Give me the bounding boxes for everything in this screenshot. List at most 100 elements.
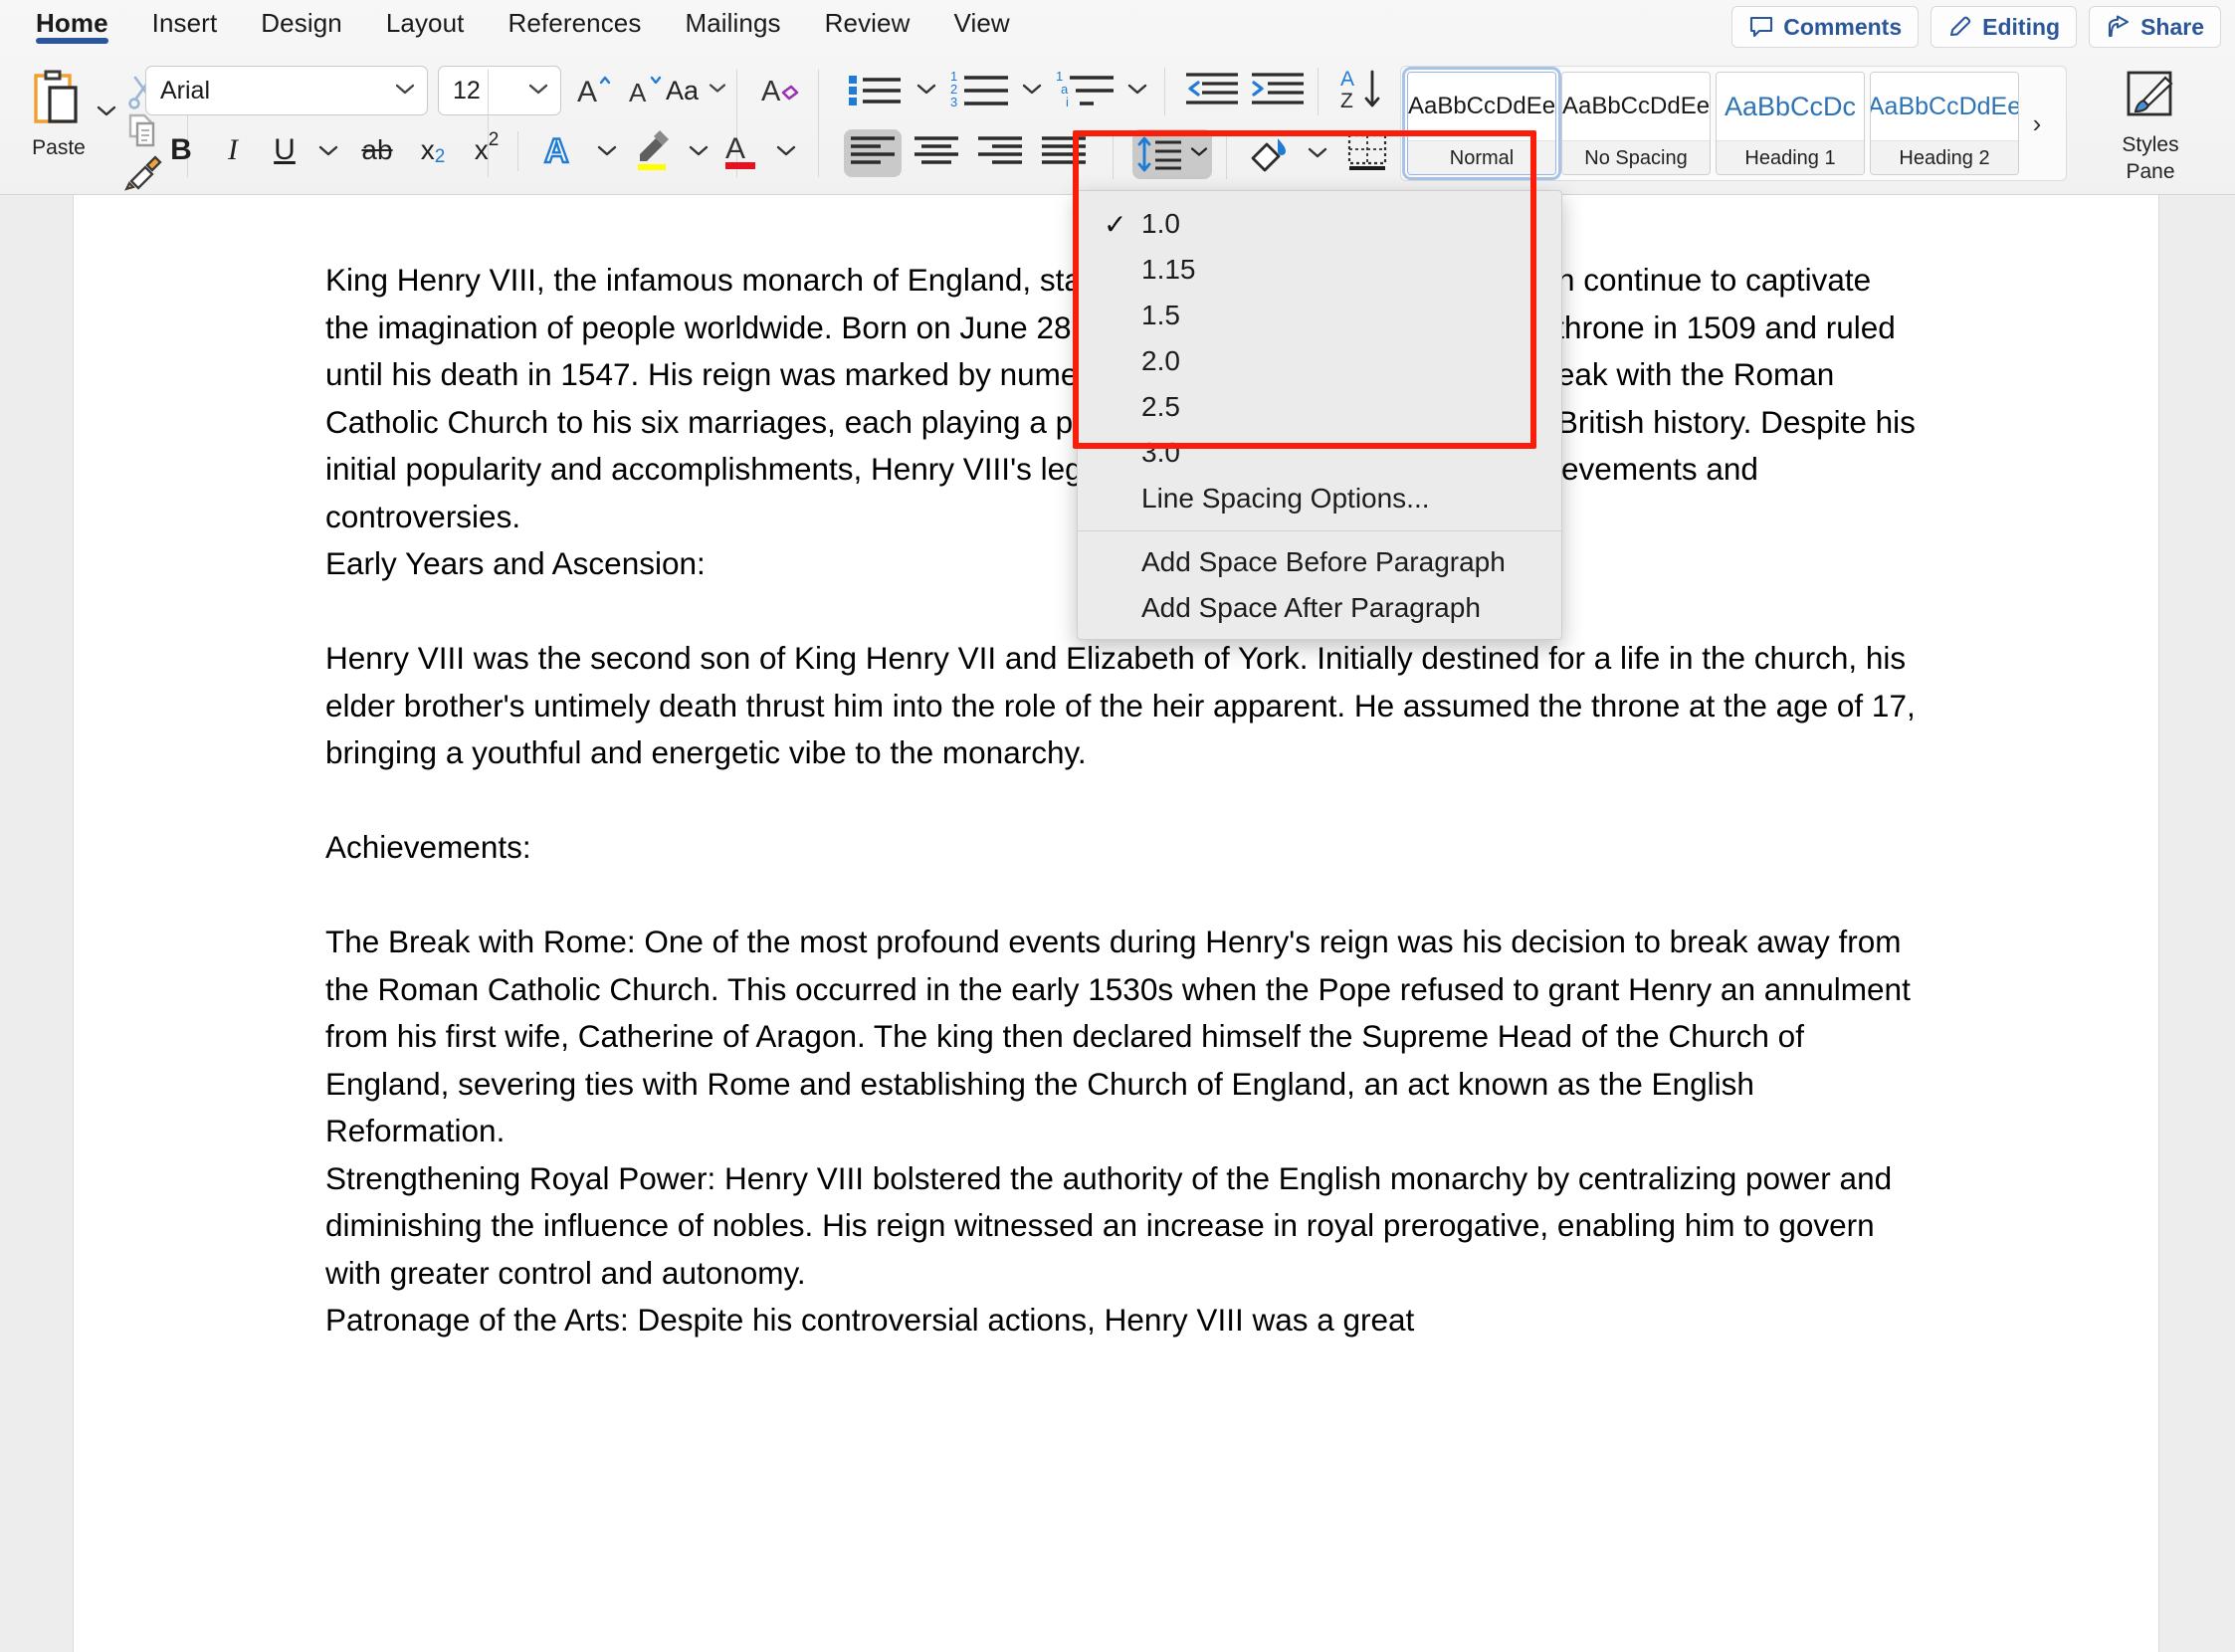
shading-dropdown-chevron[interactable]	[1300, 135, 1335, 169]
bold-label: B	[170, 133, 192, 166]
increase-indent-button[interactable]	[1248, 66, 1308, 113]
highlight-dropdown-chevron[interactable]	[681, 133, 716, 167]
strikethrough-label: ab	[361, 134, 393, 165]
divider	[1113, 131, 1114, 179]
strikethrough-button[interactable]: ab	[350, 127, 404, 173]
document-paragraph: Patronage of the Arts: Despite his contr…	[325, 1302, 1415, 1338]
italic-label: I	[228, 133, 238, 166]
align-right-button[interactable]	[971, 129, 1029, 177]
highlight-button[interactable]	[627, 127, 679, 173]
styles-gallery-more-button[interactable]: ›	[2024, 108, 2050, 139]
menu-item-add-space-before[interactable]: Add Space Before Paragraph	[1078, 539, 1561, 585]
svg-text:Z: Z	[1340, 90, 1353, 112]
paste-icon	[28, 66, 90, 134]
line-spacing-button[interactable]	[1132, 129, 1212, 179]
styles-pane-button[interactable]: Styles Pane	[2096, 68, 2205, 184]
comments-button[interactable]: Comments	[1731, 6, 1920, 48]
menu-item-1-5-label: 1.5	[1141, 300, 1180, 330]
svg-text:A: A	[1340, 68, 1354, 91]
share-icon	[2106, 14, 2132, 40]
style-heading-1-label: Heading 1	[1717, 140, 1864, 174]
style-heading-1[interactable]: AaBbCcDc Heading 1	[1716, 72, 1865, 175]
tab-review[interactable]: Review	[803, 0, 932, 38]
document-paragraph: Henry VIII was the second son of King He…	[325, 640, 1916, 770]
underline-button[interactable]: U	[261, 127, 308, 173]
divider	[1318, 68, 1319, 115]
document-paragraph: Strengthening Royal Power: Henry VIII bo…	[325, 1159, 1893, 1291]
subscript-label: x	[420, 134, 435, 165]
styles-pane-label-line2: Pane	[2126, 160, 2175, 183]
multilevel-dropdown-chevron[interactable]	[1120, 72, 1154, 105]
menu-item-line-spacing-options[interactable]: Line Spacing Options...	[1078, 476, 1561, 521]
style-heading-2[interactable]: AaBbCcDdEe Heading 2	[1870, 72, 2019, 175]
svg-text:A: A	[725, 132, 745, 165]
comments-label: Comments	[1783, 13, 1903, 40]
align-center-button[interactable]	[908, 129, 965, 177]
chevron-down-icon	[1189, 145, 1209, 163]
font-size-select[interactable]: 12	[438, 66, 561, 115]
style-no-spacing[interactable]: AaBbCcDdEe No Spacing	[1561, 72, 1711, 175]
text-effects-button[interactable]: A	[537, 127, 587, 173]
menu-item-add-space-after[interactable]: Add Space After Paragraph	[1078, 585, 1561, 631]
bold-button[interactable]: B	[157, 127, 205, 173]
style-heading-1-preview: AaBbCcDc	[1717, 73, 1864, 140]
svg-text:A: A	[544, 132, 569, 170]
tab-insert[interactable]: Insert	[130, 0, 240, 38]
menu-item-1-5[interactable]: 1.5	[1078, 293, 1561, 338]
borders-button[interactable]	[1339, 129, 1395, 177]
change-case-button[interactable]: Aa	[652, 70, 741, 111]
superscript-sup: 2	[488, 129, 500, 150]
style-normal-label: Normal	[1408, 140, 1555, 174]
menu-item-2-5-label: 2.5	[1141, 391, 1180, 422]
chevron-right-icon: ›	[2032, 107, 2042, 138]
divider	[517, 131, 518, 171]
font-color-dropdown-chevron[interactable]	[768, 133, 804, 167]
tab-mailings[interactable]: Mailings	[663, 0, 802, 38]
shading-button[interactable]	[1242, 129, 1298, 177]
grow-font-button[interactable]: A	[572, 70, 618, 111]
menu-separator	[1078, 530, 1561, 531]
menu-item-2-0-label: 2.0	[1141, 345, 1180, 376]
menu-item-1-0[interactable]: ✓ 1.0	[1078, 201, 1561, 247]
font-color-button[interactable]: A	[716, 127, 766, 173]
chevron-down-icon	[526, 82, 550, 101]
menu-item-3-0[interactable]: 3.0	[1078, 430, 1561, 476]
numbering-button[interactable]: 1 2 3	[947, 66, 1015, 113]
paste-button[interactable]: Paste	[22, 66, 96, 160]
tab-layout[interactable]: Layout	[364, 0, 487, 38]
menu-item-1-15[interactable]: 1.15	[1078, 247, 1561, 293]
bullets-button[interactable]	[844, 66, 910, 113]
menu-item-3-0-label: 3.0	[1141, 437, 1180, 468]
sort-az-button[interactable]: A Z	[1335, 64, 1395, 115]
tab-view[interactable]: View	[932, 0, 1032, 38]
paste-dropdown-chevron[interactable]	[96, 103, 117, 122]
style-normal[interactable]: AaBbCcDdEe Normal	[1402, 67, 1561, 180]
share-label: Share	[2140, 13, 2204, 40]
multilevel-list-button[interactable]: 1 a i	[1053, 66, 1120, 113]
font-name-select[interactable]: Arial	[145, 66, 428, 115]
styles-pane-label-line1: Styles	[2122, 133, 2179, 156]
decrease-indent-button[interactable]	[1182, 66, 1242, 113]
underline-label: U	[274, 133, 296, 166]
line-spacing-menu[interactable]: ✓ 1.0 1.15 1.5 2.0 2.5 3.0 Line Spacing …	[1077, 190, 1562, 640]
numbering-dropdown-chevron[interactable]	[1015, 72, 1049, 105]
superscript-label: x	[474, 134, 489, 165]
subscript-button[interactable]: x2	[408, 127, 458, 173]
text-effects-dropdown-chevron[interactable]	[589, 133, 625, 167]
ribbon-tabs: Home Insert Design Layout References Mai…	[14, 0, 1032, 52]
tab-design[interactable]: Design	[239, 0, 364, 38]
align-left-button[interactable]	[844, 129, 902, 177]
share-button[interactable]: Share	[2089, 6, 2221, 48]
underline-dropdown-chevron[interactable]	[310, 133, 346, 167]
clear-formatting-button[interactable]: A	[756, 70, 808, 111]
tab-references[interactable]: References	[487, 0, 664, 38]
tab-home[interactable]: Home	[14, 0, 130, 44]
chevron-down-icon	[393, 82, 417, 101]
italic-button[interactable]: I	[209, 127, 257, 173]
editing-button[interactable]: Editing	[1930, 6, 2078, 48]
bullets-dropdown-chevron[interactable]	[910, 72, 943, 105]
superscript-button[interactable]: x2	[462, 127, 511, 173]
menu-item-2-5[interactable]: 2.5	[1078, 384, 1561, 430]
menu-item-2-0[interactable]: 2.0	[1078, 338, 1561, 384]
justify-button[interactable]	[1035, 129, 1093, 177]
